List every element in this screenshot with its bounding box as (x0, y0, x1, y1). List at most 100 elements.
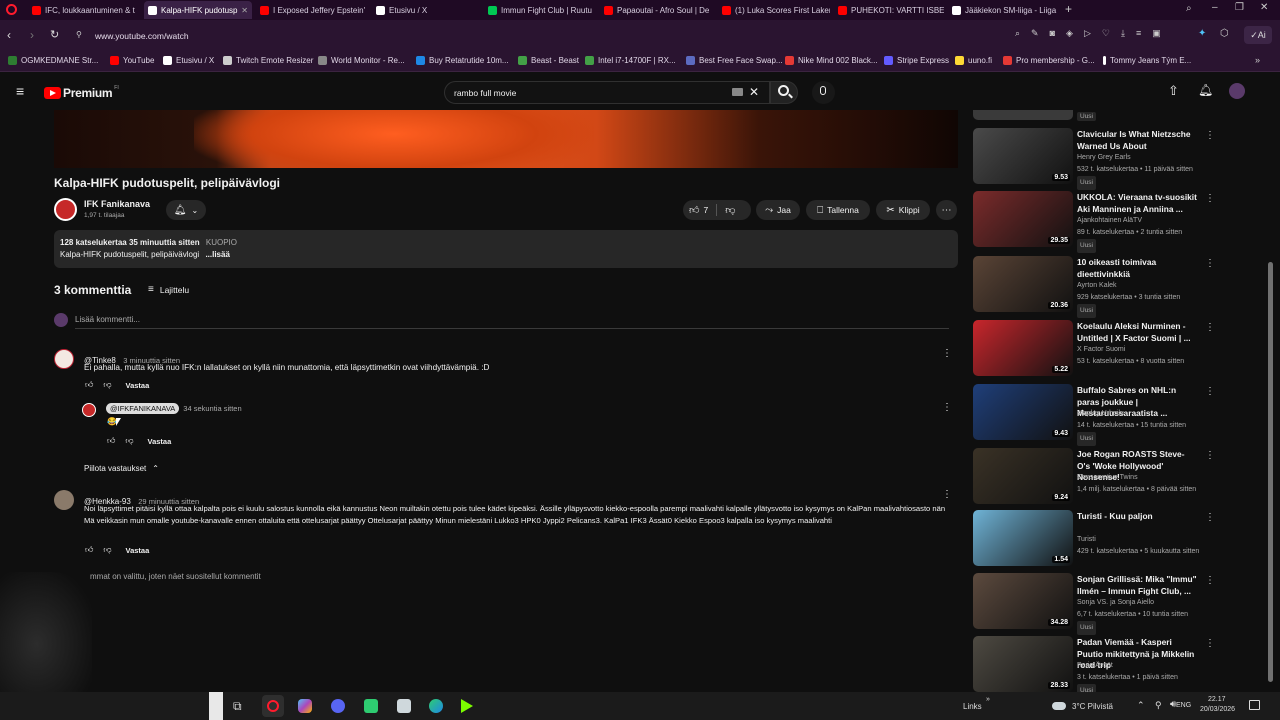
recommendation-menu-icon[interactable]: ⋮ (1205, 258, 1215, 270)
bookmark[interactable]: Intel i7-14700F | RX... (585, 56, 676, 65)
recommendation-menu-icon[interactable]: ⋮ (1205, 512, 1215, 524)
download-icon[interactable]: ⤓ (1121, 28, 1125, 39)
description-box[interactable]: 128 katselukertaa 35 minuuttia sitten KU… (54, 230, 958, 268)
recommendation-partial[interactable] (973, 110, 1073, 120)
recommendation-title[interactable]: Clavicular Is What Nietzsche Warned Us A… (1077, 129, 1197, 152)
clip-button[interactable]: ✂ Klippi (876, 200, 930, 220)
recommendation-thumbnail[interactable]: 9.43 (973, 384, 1073, 440)
notification-center-icon[interactable] (1249, 700, 1260, 710)
comment-avatar[interactable] (54, 349, 74, 369)
reload-icon[interactable]: ↻ (50, 28, 59, 41)
search-page-icon[interactable]: ⌕ (1015, 28, 1020, 39)
search-button[interactable] (770, 81, 798, 104)
video-player[interactable] (54, 110, 958, 168)
reply-menu-icon[interactable]: ⋮ (942, 402, 952, 413)
browser-tab[interactable]: IFC, loukkaantuminen & t (28, 1, 140, 19)
clock-date[interactable]: 20/03/2026 (1200, 706, 1235, 713)
recommendation-thumbnail[interactable]: 28.33 (973, 636, 1073, 692)
keyboard-icon[interactable] (732, 88, 743, 96)
channel-avatar[interactable] (54, 198, 77, 221)
close-window-icon[interactable]: ✕ (1260, 2, 1268, 13)
recommendation-channel[interactable]: X Factor Suomi (1077, 344, 1207, 356)
description-more[interactable]: ...lisää (205, 250, 229, 259)
recommendation-channel[interactable]: Sonja VS. ja Sonja Aiello (1077, 597, 1207, 609)
recommendation-channel[interactable]: Ajankohtainen AläTV (1077, 215, 1207, 227)
tray-expand-icon[interactable]: ⌃ (1137, 700, 1145, 711)
recommendation-thumbnail[interactable]: 9.53 (973, 128, 1073, 184)
reply-time[interactable]: 34 sekuntia sitten (183, 404, 241, 413)
recommendation-channel[interactable]: Turisti (1077, 534, 1207, 546)
recommendation-channel[interactable]: Henry Grey Earls (1077, 152, 1207, 164)
reply-author-badge[interactable]: @IFKFANIKANAVA (106, 403, 180, 414)
weather-text[interactable]: 3°C Pilvistä (1072, 702, 1113, 711)
tab-search-icon[interactable]: ⌕ (1186, 3, 1192, 14)
edit-icon[interactable]: ✎ (1031, 28, 1039, 39)
save-button[interactable]: ⎕ Tallenna (806, 200, 870, 220)
comment-menu-icon[interactable]: ⋮ (942, 489, 952, 500)
reply-dislike-icon[interactable]: 👎︎ (125, 436, 133, 446)
browser-tab[interactable]: Papaoutai - Afro Soul | De (600, 1, 714, 19)
comment-like-icon[interactable]: 👍︎ (85, 545, 93, 555)
bookmark[interactable]: Best Free Face Swap... (686, 56, 783, 65)
task-view-icon[interactable]: ⧉ (233, 699, 242, 714)
search-box[interactable]: rambo full movie ✕ (444, 81, 770, 104)
language-indicator[interactable]: ENG (1176, 702, 1191, 709)
heart-icon[interactable]: ♡ (1102, 28, 1110, 39)
upload-icon[interactable]: ⇧ (1168, 83, 1179, 99)
bookmarks-more-icon[interactable]: » (1255, 55, 1260, 65)
browser-tab[interactable]: (1) Luka Scores First Laker (718, 1, 830, 19)
links-toolbar[interactable]: Links (963, 702, 982, 711)
bookmark[interactable]: YouTube (110, 56, 154, 65)
recommendation-title[interactable]: UKKOLA: Vieraana tv-suosikit Aki Mannine… (1077, 192, 1197, 215)
play-icon[interactable]: ▷ (1084, 28, 1091, 39)
opera-icon[interactable] (6, 4, 17, 15)
recommendation-channel[interactable]: Viaplay Urheilu (1077, 408, 1207, 420)
aria-icon[interactable]: ✓Ai (1244, 26, 1272, 44)
recommendation-menu-icon[interactable]: ⋮ (1205, 130, 1215, 142)
comment-like-icon[interactable]: 👍︎ (85, 380, 93, 390)
comment-menu-icon[interactable]: ⋮ (942, 348, 952, 359)
app-shield-icon[interactable] (397, 699, 411, 713)
add-comment-input[interactable]: Lisää kommentti... (75, 315, 140, 324)
copilot-icon[interactable] (298, 699, 312, 713)
browser-tab[interactable]: Jääkiekon SM-liiga - Liiga (948, 1, 1058, 19)
recommendation-menu-icon[interactable]: ⋮ (1205, 193, 1215, 205)
comment-dislike-icon[interactable]: 👎︎ (103, 545, 111, 555)
recommendation-thumbnail[interactable]: 29.35 (973, 191, 1073, 247)
clear-search-icon[interactable]: ✕ (749, 85, 759, 99)
browser-tab[interactable]: PUHEKOTI: VARTTI ISBERG (834, 1, 944, 19)
new-tab-icon[interactable]: + (1065, 2, 1072, 16)
recommendation-thumbnail[interactable]: 1.54 (973, 510, 1073, 566)
browser-tab[interactable]: Immun Fight Club | Ruutu (484, 1, 596, 19)
recommendation-menu-icon[interactable]: ⋮ (1205, 638, 1215, 650)
comment-reply-button[interactable]: Vastaa (126, 381, 150, 390)
recommendation-menu-icon[interactable]: ⋮ (1205, 450, 1215, 462)
box-icon[interactable]: ⬡ (1220, 28, 1229, 39)
recommendation-title[interactable]: Koelaulu Aleksi Nurminen - Untitled | X … (1077, 321, 1197, 344)
bookmark[interactable]: Tommy Jeans Tým E... (1103, 56, 1191, 65)
subscribed-button[interactable]: 🔔︎ ⌄ (166, 200, 206, 220)
recommendation-menu-icon[interactable]: ⋮ (1205, 386, 1215, 398)
recommendation-thumbnail[interactable]: 5.22 (973, 320, 1073, 376)
comment-reply-button[interactable]: Vastaa (126, 546, 150, 555)
reply-reply-button[interactable]: Vastaa (148, 437, 172, 446)
discord-icon[interactable] (331, 699, 345, 713)
browser-tab[interactable]: I Exposed Jeffery Epstein' (256, 1, 368, 19)
recommendation-title[interactable]: 10 oikeasti toimivaa dieettivinkkiä (1077, 257, 1197, 280)
recommendation-menu-icon[interactable]: ⋮ (1205, 575, 1215, 587)
recommendation-channel[interactable]: Conservative Twins (1077, 472, 1207, 484)
network-icon[interactable]: ⚲ (1155, 700, 1162, 711)
links-expand-icon[interactable]: » (986, 696, 990, 703)
clock-time[interactable]: 22.17 (1208, 696, 1226, 703)
reply-avatar[interactable] (82, 403, 96, 417)
recommendation-thumbnail[interactable]: 34.28 (973, 573, 1073, 629)
hamburger-menu-icon[interactable]: ≡ (16, 84, 24, 98)
app-arrow-icon[interactable] (461, 699, 473, 713)
voice-search-button[interactable] (812, 81, 835, 104)
minimize-icon[interactable]: – (1212, 2, 1218, 13)
recommendation-title[interactable]: Sonjan Grillissä: Mika "Immu" Ilmén – Im… (1077, 574, 1197, 597)
like-button[interactable]: 👍︎ 7 (683, 204, 708, 216)
bookmark[interactable]: Beast - Beast (518, 56, 579, 65)
bookmark[interactable]: Pro membership - G... (1003, 56, 1095, 65)
bookmark[interactable]: Nike Mind 002 Black... (785, 56, 878, 65)
